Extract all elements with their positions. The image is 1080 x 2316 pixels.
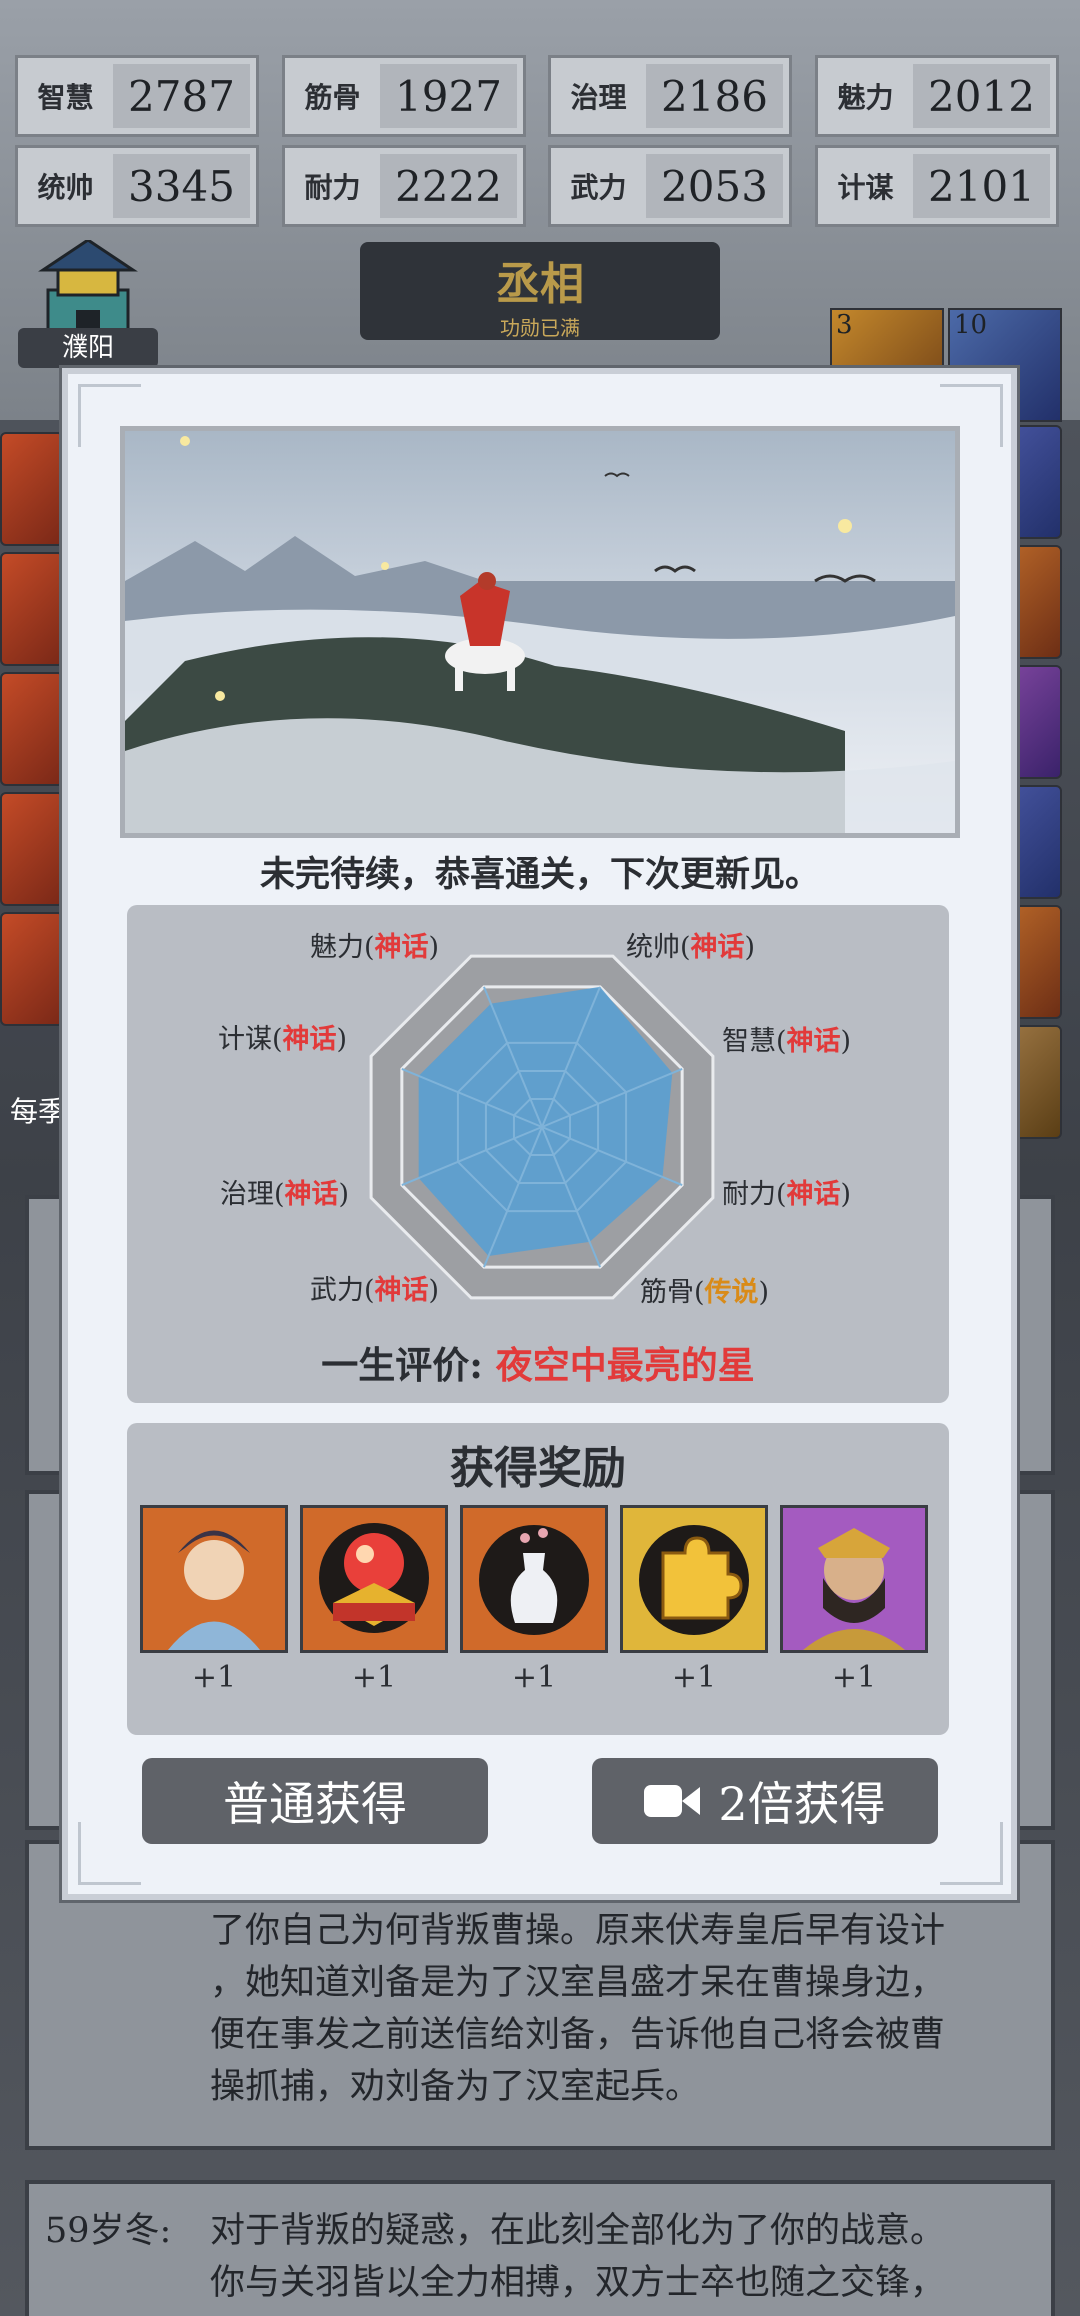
stat-tile: 治理 2186 bbox=[548, 55, 792, 137]
reward-count: +1 bbox=[671, 1660, 717, 1695]
log-line: 对于背叛的疑惑，在此刻全部化为了你的战意。 bbox=[210, 2211, 946, 2251]
log-line: 便在事发之前送信给刘备，告诉他自己将会被曹 bbox=[210, 2015, 946, 2055]
radar-label: 计谋(神话) bbox=[218, 1024, 348, 1055]
rank-title: 丞相 bbox=[496, 259, 584, 310]
stat-value: 1927 bbox=[380, 64, 517, 128]
radar-label: 统帅(神话) bbox=[626, 932, 756, 963]
evaluation-label: 一生评价: bbox=[321, 1343, 483, 1387]
radar-label: 智慧(神话) bbox=[722, 1026, 852, 1057]
radar-label: 治理(神话) bbox=[220, 1179, 350, 1210]
vase-icon[interactable] bbox=[460, 1505, 608, 1653]
badge-count: 3 bbox=[836, 310, 853, 340]
reward-title: 获得奖励 bbox=[450, 1443, 626, 1494]
stat-tile: 智慧 2787 bbox=[15, 55, 259, 137]
rank-banner: 丞相 功勋已满 bbox=[360, 242, 720, 340]
log-entry-date: 59岁冬: bbox=[45, 2211, 172, 2251]
stat-tile: 筋骨 1927 bbox=[282, 55, 526, 137]
radar-label: 武力(神话) bbox=[310, 1275, 440, 1306]
rank-subtitle: 功勋已满 bbox=[500, 316, 580, 340]
stat-value: 3345 bbox=[113, 154, 250, 218]
stat-tile: 耐力 2222 bbox=[282, 145, 526, 227]
stat-tile: 魅力 2012 bbox=[815, 55, 1059, 137]
stat-value: 2222 bbox=[380, 154, 517, 218]
claim-normal-button[interactable]: 普通获得 bbox=[142, 1758, 488, 1844]
warrior-portrait-icon[interactable] bbox=[780, 1505, 928, 1653]
ending-illustration bbox=[120, 426, 960, 838]
stat-tile: 计谋 2101 bbox=[815, 145, 1059, 227]
claim-double-label: 2倍获得 bbox=[718, 1777, 886, 1831]
crystal-orb-icon[interactable] bbox=[300, 1505, 448, 1653]
stat-tile: 统帅 3345 bbox=[15, 145, 259, 227]
attribute-radar-chart bbox=[369, 954, 715, 1300]
log-line: 了你自己为何背叛曹操。原来伏寿皇后早有设计 bbox=[210, 1911, 946, 1951]
claim-double-button[interactable]: 2倍获得 bbox=[592, 1758, 938, 1844]
side-portrait[interactable] bbox=[0, 792, 64, 906]
radar-label: 耐力(神话) bbox=[722, 1179, 852, 1210]
stat-label: 智慧 bbox=[37, 81, 94, 114]
corner-ornament bbox=[940, 1822, 1003, 1885]
evaluation-value: 夜空中最亮的星 bbox=[495, 1343, 755, 1387]
side-portrait[interactable] bbox=[0, 912, 64, 1026]
stat-label: 计谋 bbox=[837, 171, 894, 204]
reward-count: +1 bbox=[511, 1660, 557, 1695]
claim-normal-label: 普通获得 bbox=[223, 1777, 407, 1831]
side-portrait[interactable] bbox=[0, 552, 64, 666]
stat-value: 2053 bbox=[646, 154, 783, 218]
reward-count: +1 bbox=[191, 1660, 237, 1695]
log-line: ，她知道刘备是为了汉室昌盛才呆在曹操身边， bbox=[210, 1963, 946, 2003]
stat-label: 魅力 bbox=[837, 81, 894, 114]
hero-portrait-icon[interactable] bbox=[140, 1505, 288, 1653]
puzzle-piece-icon[interactable] bbox=[620, 1505, 768, 1653]
reward-count: +1 bbox=[831, 1660, 877, 1695]
badge-count: 10 bbox=[954, 310, 988, 340]
city-button[interactable]: 濮阳 bbox=[18, 238, 158, 380]
stat-value: 2101 bbox=[913, 154, 1050, 218]
radar-label: 筋骨(传说) bbox=[640, 1277, 770, 1308]
side-portrait[interactable] bbox=[0, 672, 64, 786]
reward-count: +1 bbox=[351, 1660, 397, 1695]
radar-label: 魅力(神话) bbox=[310, 932, 440, 963]
stat-value: 2787 bbox=[113, 64, 250, 128]
stat-label: 治理 bbox=[570, 81, 627, 114]
stat-label: 武力 bbox=[570, 171, 627, 204]
stat-label: 筋骨 bbox=[304, 81, 361, 114]
side-portrait[interactable] bbox=[0, 432, 64, 546]
stat-tile: 武力 2053 bbox=[548, 145, 792, 227]
stat-label: 耐力 bbox=[304, 171, 361, 204]
season-label: 每季 bbox=[10, 1095, 67, 1128]
corner-ornament bbox=[78, 1822, 141, 1885]
stat-value: 2186 bbox=[646, 64, 783, 128]
log-line: 操抓捕，劝刘备为了汉室起兵。 bbox=[210, 2067, 701, 2107]
ending-caption: 未完待续，恭喜通关，下次更新见。 bbox=[259, 854, 820, 895]
life-evaluation: 一生评价: 夜空中最亮的星 bbox=[127, 1335, 949, 1389]
log-line: 你与关羽皆以全力相搏，双方士卒也随之交锋， bbox=[210, 2263, 946, 2303]
video-camera-icon bbox=[644, 1785, 701, 1817]
stat-label: 统帅 bbox=[37, 171, 94, 204]
stat-value: 2012 bbox=[913, 64, 1050, 128]
city-name: 濮阳 bbox=[18, 328, 158, 368]
